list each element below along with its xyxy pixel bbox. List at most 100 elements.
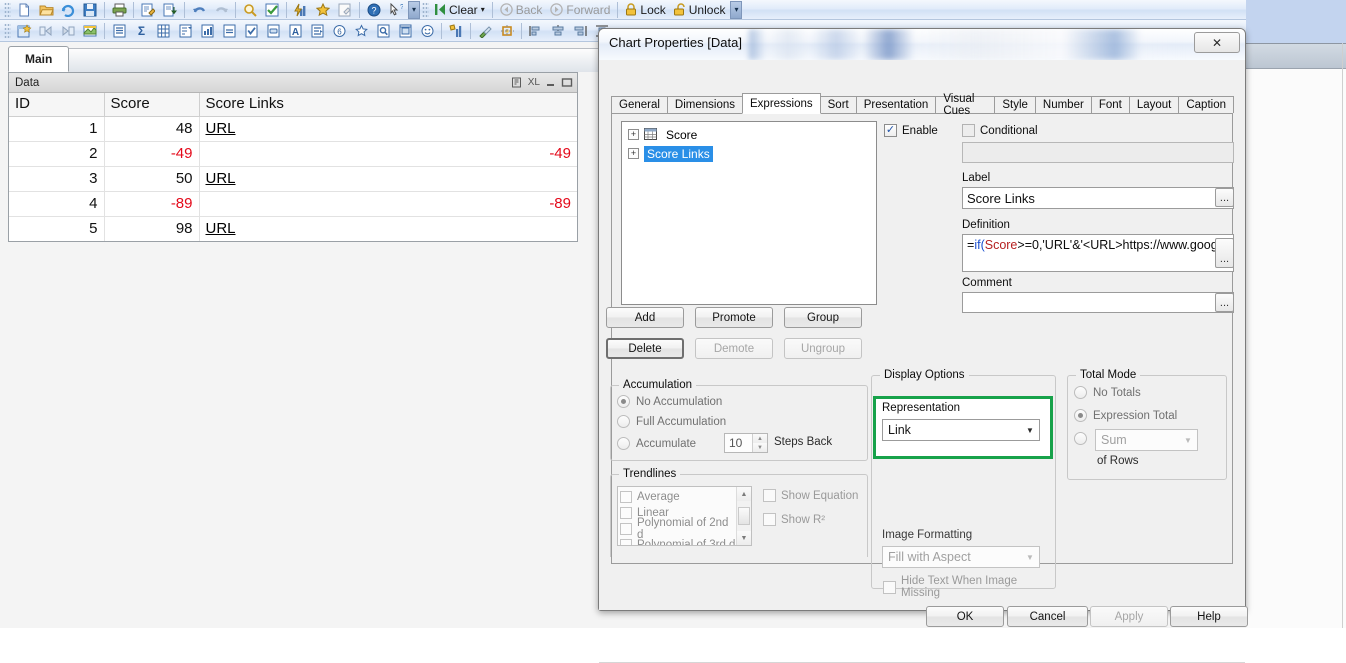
cell-score-value[interactable]: -89 xyxy=(199,191,577,216)
open-folder-icon[interactable] xyxy=(35,1,57,19)
tab-font[interactable]: Font xyxy=(1091,96,1130,113)
context-help-icon[interactable]: ? xyxy=(385,1,407,19)
scroll-up-icon[interactable]: ▲ xyxy=(737,487,751,501)
xl-icon[interactable]: XL xyxy=(528,77,540,88)
current-selections-icon[interactable] xyxy=(240,22,262,40)
help-icon[interactable]: ? xyxy=(363,1,385,19)
cell-score-link[interactable]: URL xyxy=(199,116,577,141)
align-left-icon[interactable] xyxy=(525,22,547,40)
column-header-score-links[interactable]: Score Links xyxy=(199,93,577,116)
cell-id[interactable]: 1 xyxy=(9,116,104,141)
layout-icon[interactable] xyxy=(445,22,467,40)
chevron-down-icon[interactable]: ▼ xyxy=(1021,426,1039,435)
print-icon[interactable] xyxy=(108,1,130,19)
ok-button[interactable]: OK xyxy=(926,606,1004,627)
expand-plus-icon[interactable]: + xyxy=(628,148,639,159)
bookmark-object-icon[interactable]: 6 xyxy=(328,22,350,40)
radio-no-totals[interactable]: No Totals xyxy=(1074,386,1141,399)
show-equation-checkbox[interactable]: Show Equation xyxy=(763,489,858,502)
search-object-icon[interactable] xyxy=(372,22,394,40)
cell-score-value[interactable]: -49 xyxy=(199,141,577,166)
cell-score[interactable]: -49 xyxy=(104,141,199,166)
add-button[interactable]: Add xyxy=(606,307,684,328)
tab-sort[interactable]: Sort xyxy=(820,96,857,113)
table-box-icon[interactable] xyxy=(152,22,174,40)
tab-presentation[interactable]: Presentation xyxy=(856,96,937,113)
expression-tree-item[interactable]: +Score Links xyxy=(622,144,876,163)
cell-id[interactable]: 5 xyxy=(9,216,104,241)
toolbar-overflow-button[interactable]: ▾ xyxy=(408,1,420,19)
dialog-titlebar[interactable]: Chart Properties [Data] ✕ xyxy=(599,29,1245,60)
reload-icon[interactable] xyxy=(57,1,79,19)
snap-to-grid-icon[interactable] xyxy=(496,22,518,40)
design-grid-icon[interactable] xyxy=(334,1,356,19)
table-row[interactable]: 350URL xyxy=(9,166,577,191)
comment-input[interactable] xyxy=(962,292,1234,313)
back-button[interactable]: Back xyxy=(496,1,547,19)
table-row[interactable]: 4-89-89 xyxy=(9,191,577,216)
expand-plus-icon[interactable]: + xyxy=(628,129,639,140)
trendlines-listbox[interactable]: AverageLinearPolynomial of 2nd dPolynomi… xyxy=(617,486,752,546)
cell-score[interactable]: 98 xyxy=(104,216,199,241)
definition-input[interactable]: =if(Score>=0,'URL'&'<URL>https://www.goo… xyxy=(962,234,1234,272)
cell-score-link[interactable]: URL xyxy=(199,166,577,191)
list-box-icon[interactable] xyxy=(108,22,130,40)
send-to-excel-icon[interactable] xyxy=(512,77,523,88)
cell-score-link[interactable]: URL xyxy=(199,216,577,241)
column-header-id[interactable]: ID xyxy=(9,93,104,116)
chevron-down-icon[interactable]: ▼ xyxy=(1179,436,1197,445)
tab-style[interactable]: Style xyxy=(994,96,1036,113)
aggregation-select[interactable]: Sum ▼ xyxy=(1095,429,1198,451)
align-center-icon[interactable] xyxy=(547,22,569,40)
distribute-icon[interactable] xyxy=(569,22,591,40)
checkbox-box[interactable] xyxy=(620,491,632,503)
sheet-properties-icon[interactable] xyxy=(79,22,101,40)
container-icon[interactable] xyxy=(394,22,416,40)
url-link[interactable]: URL xyxy=(206,120,236,137)
scroll-down-icon[interactable]: ▼ xyxy=(737,531,751,545)
enable-checkbox[interactable]: ✓ Enable xyxy=(884,124,938,137)
unlock-button[interactable]: Unlock xyxy=(670,1,730,19)
scrollbar-thumb[interactable] xyxy=(738,507,750,525)
checkbox-box[interactable] xyxy=(620,523,632,535)
conditional-input[interactable] xyxy=(962,142,1234,163)
definition-ellipsis-button[interactable]: ... xyxy=(1215,238,1234,268)
trendline-item[interactable]: Polynomial of 2nd d xyxy=(620,521,736,537)
close-icon[interactable]: ✕ xyxy=(1194,32,1240,53)
url-link[interactable]: URL xyxy=(206,170,236,187)
select-check-icon[interactable] xyxy=(261,1,283,19)
redo-icon[interactable] xyxy=(210,1,232,19)
label-ellipsis-button[interactable]: ... xyxy=(1215,188,1234,207)
tab-caption[interactable]: Caption xyxy=(1178,96,1234,113)
label-input[interactable]: Score Links xyxy=(962,187,1234,209)
minimize-icon[interactable] xyxy=(545,77,556,88)
tab-general[interactable]: General xyxy=(611,96,668,113)
spinner-down-icon[interactable]: ▼ xyxy=(753,443,767,452)
new-document-icon[interactable] xyxy=(13,1,35,19)
representation-select[interactable]: Link ▼ xyxy=(882,419,1040,441)
multi-box-icon[interactable] xyxy=(174,22,196,40)
edit-script-icon[interactable] xyxy=(137,1,159,19)
spinner-up-icon[interactable]: ▲ xyxy=(753,434,767,443)
lightning-chart-icon[interactable] xyxy=(290,1,312,19)
maximize-icon[interactable] xyxy=(561,77,573,88)
cell-id[interactable]: 3 xyxy=(9,166,104,191)
undo-icon[interactable] xyxy=(188,1,210,19)
table-row[interactable]: 598URL xyxy=(9,216,577,241)
cell-id[interactable]: 2 xyxy=(9,141,104,166)
toolbar-grip[interactable] xyxy=(422,2,429,18)
cancel-button[interactable]: Cancel xyxy=(1007,606,1088,627)
prev-sheet-icon[interactable] xyxy=(35,22,57,40)
cell-score[interactable]: -89 xyxy=(104,191,199,216)
slider-calendar-icon[interactable] xyxy=(306,22,328,40)
checkbox-box[interactable] xyxy=(620,539,632,546)
new-sheet-icon[interactable] xyxy=(13,22,35,40)
conditional-checkbox[interactable]: Conditional xyxy=(962,124,1038,137)
expression-tree[interactable]: +Score+Score Links xyxy=(621,121,877,305)
favorite-star-icon[interactable] xyxy=(312,1,334,19)
apply-button[interactable]: Apply xyxy=(1090,606,1168,627)
table-row[interactable]: 148URL xyxy=(9,116,577,141)
tab-dimensions[interactable]: Dimensions xyxy=(667,96,743,113)
radio-accumulate[interactable]: Accumulate xyxy=(617,437,696,450)
tab-number[interactable]: Number xyxy=(1035,96,1092,113)
